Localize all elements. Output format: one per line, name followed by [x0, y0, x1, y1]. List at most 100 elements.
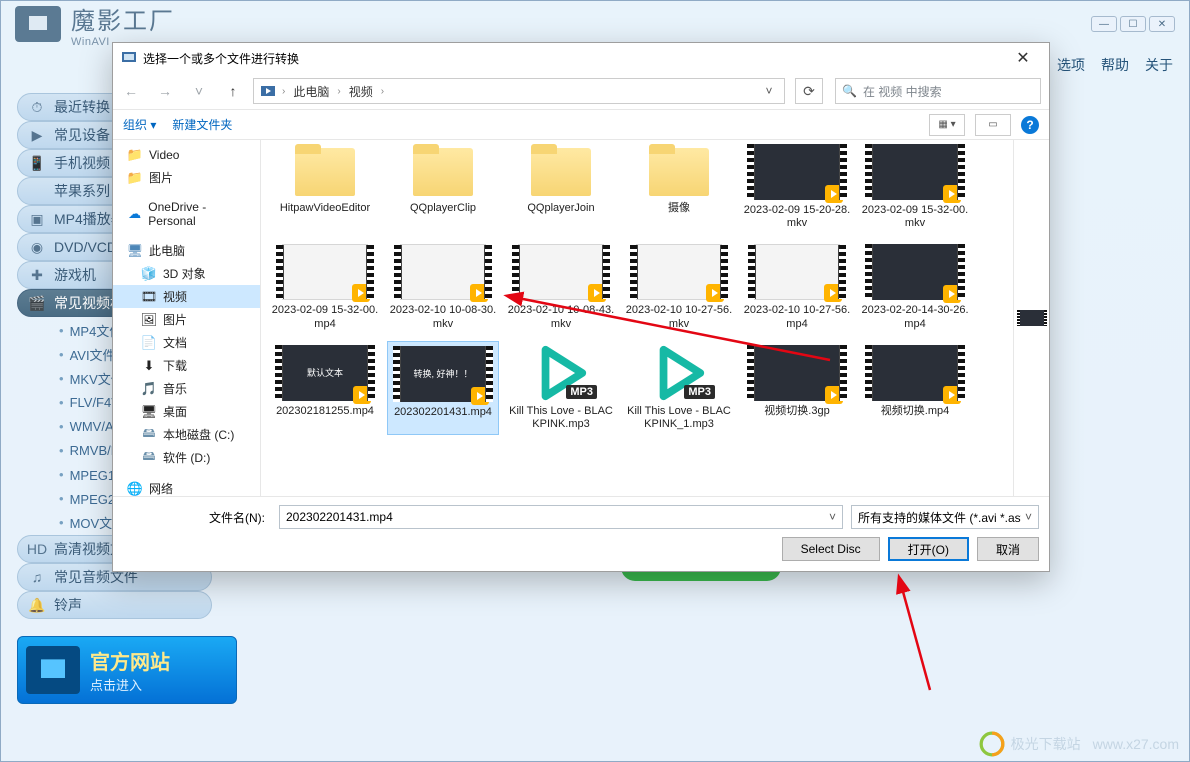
tree-item-10[interactable]: ⬇下载: [113, 354, 260, 377]
crumb-videos[interactable]: 视频: [347, 83, 375, 100]
file-item[interactable]: 2023-02-10 10-08-43.mkv: [505, 240, 617, 334]
nav-forward-button[interactable]: →: [151, 78, 179, 104]
preview-pane-button[interactable]: ▭: [975, 114, 1011, 136]
play-badge-icon: [825, 386, 843, 404]
file-item[interactable]: 视频切换.3gp: [741, 341, 853, 435]
file-item[interactable]: 2023-02-20-14-30-26.mp4: [859, 240, 971, 334]
file-name: Kill This Love - BLACKPINK_1.mp3: [625, 405, 733, 431]
nav-back-button[interactable]: ←: [117, 78, 145, 104]
tree-item-5[interactable]: 🖥此电脑: [113, 239, 260, 262]
file-name: 2023-02-10 10-27-56.mkv: [625, 304, 733, 330]
folder-icon: [643, 144, 715, 198]
sidebar-tail-2[interactable]: 🔔铃声: [17, 591, 212, 619]
dialog-titlebar: 选择一个或多个文件进行转换 ✕: [113, 43, 1049, 73]
tree-item-6[interactable]: 🧊3D 对象: [113, 262, 260, 285]
filename-input[interactable]: 202302201431.mp4˅: [279, 505, 843, 529]
file-item[interactable]: 摄像: [623, 140, 735, 234]
play-badge-icon: [353, 386, 371, 404]
video-thumbnail: [518, 244, 604, 300]
tree-item-8[interactable]: 🖼图片: [113, 308, 260, 331]
video-thumbnail: 转换, 好神！！: [400, 346, 486, 402]
address-bar[interactable]: › 此电脑 › 视频 › ˅: [253, 78, 785, 104]
open-button[interactable]: 打开(O): [888, 537, 969, 561]
file-item[interactable]: 视频切换.mp4: [859, 341, 971, 435]
sidebar-icon: ⏱: [28, 98, 46, 116]
video-library-icon: [260, 83, 276, 99]
file-item[interactable]: MP3 Kill This Love - BLACKPINK_1.mp3: [623, 341, 735, 435]
official-site-banner[interactable]: 官方网站 点击进入: [17, 636, 237, 704]
organize-menu[interactable]: 组织 ▾: [123, 116, 156, 133]
file-open-dialog: 选择一个或多个文件进行转换 ✕ ← → ˅ ↑ › 此电脑 › 视频 › ˅ ⟳…: [112, 42, 1050, 572]
close-button[interactable]: ✕: [1149, 16, 1175, 32]
file-item[interactable]: 2023-02-09 15-20-28.mkv: [741, 140, 853, 234]
sidebar-icon: 📱: [28, 154, 46, 172]
maximize-button[interactable]: ☐: [1120, 16, 1146, 32]
tree-item-7[interactable]: 🎞视频: [113, 285, 260, 308]
nav-up-button[interactable]: ↑: [219, 78, 247, 104]
video-thumbnail: [282, 244, 368, 300]
file-item[interactable]: 2023-02-09 15-32-00.mkv: [859, 140, 971, 234]
folder-icon: [525, 144, 597, 198]
file-item[interactable]: HitpawVideoEditor: [269, 140, 381, 234]
tree-item-16[interactable]: 🌐网络: [113, 477, 260, 496]
dialog-nav: ← → ˅ ↑ › 此电脑 › 视频 › ˅ ⟳ 🔍 在 视频 中搜索: [113, 73, 1049, 109]
file-name: Kill This Love - BLACKPINK.mp3: [507, 405, 615, 431]
menu-about[interactable]: 关于: [1145, 55, 1173, 75]
file-grid[interactable]: HitpawVideoEditor QQplayerClip QQplayerJoi…: [261, 140, 1013, 496]
banner-title: 官方网站: [90, 646, 170, 675]
new-folder-button[interactable]: 新建文件夹: [172, 116, 232, 133]
banner-icon: [26, 646, 80, 694]
play-badge-icon: [824, 284, 842, 302]
tree-item-12[interactable]: 🖥桌面: [113, 400, 260, 423]
app-titlebar: 魔影工厂 WinAVI — ☐ ✕: [1, 1, 1189, 47]
crumb-pc[interactable]: 此电脑: [291, 83, 331, 100]
select-disc-button[interactable]: Select Disc: [782, 537, 880, 561]
video-thumbnail: [754, 144, 840, 200]
file-name: 2023-02-20-14-30-26.mp4: [861, 304, 969, 330]
minimize-button[interactable]: —: [1091, 16, 1117, 32]
dialog-footer: 文件名(N): 202302201431.mp4˅ 所有支持的媒体文件 (*.a…: [113, 496, 1049, 571]
file-item[interactable]: QQplayerJoin: [505, 140, 617, 234]
search-box[interactable]: 🔍 在 视频 中搜索: [835, 78, 1041, 104]
cancel-button[interactable]: 取消: [977, 537, 1039, 561]
file-item[interactable]: 2023-02-10 10-27-56.mkv: [623, 240, 735, 334]
dialog-close-button[interactable]: ✕: [1005, 48, 1041, 68]
play-badge-icon: [471, 387, 489, 405]
help-icon[interactable]: ?: [1021, 116, 1039, 134]
sidebar-icon: 🎬: [28, 294, 46, 312]
tree-item-13[interactable]: 🖴本地磁盘 (C:): [113, 423, 260, 446]
file-item[interactable]: QQplayerClip: [387, 140, 499, 234]
address-dropdown[interactable]: ˅: [760, 84, 778, 98]
video-thumbnail: 默认文本: [282, 345, 368, 401]
file-item[interactable]: 2023-02-09 15-32-00.mp4: [269, 240, 381, 334]
file-name: QQplayerClip: [410, 202, 476, 215]
file-type-filter[interactable]: 所有支持的媒体文件 (*.avi *.asf˅: [851, 505, 1039, 529]
video-thumbnail: [872, 244, 958, 300]
refresh-button[interactable]: ⟳: [795, 78, 823, 104]
menu-options[interactable]: 选项: [1057, 55, 1085, 75]
nav-recent-dropdown[interactable]: ˅: [185, 78, 213, 104]
tree-item-11[interactable]: 🎵音乐: [113, 377, 260, 400]
play-badge-icon: [706, 284, 724, 302]
tree-item-1[interactable]: 📁图片: [113, 166, 260, 189]
mp3-icon: MP3: [641, 345, 717, 401]
file-item[interactable]: MP3Kill This Love - BLACKPINK.mp3: [505, 341, 617, 435]
file-item[interactable]: 默认文本202302181255.mp4: [269, 341, 381, 435]
play-badge-icon: [943, 386, 961, 404]
menu-help[interactable]: 帮助: [1101, 55, 1129, 75]
file-item[interactable]: 转换, 好神！！202302201431.mp4: [387, 341, 499, 435]
folder-tree[interactable]: 📁Video📁图片 ☁OneDrive - Personal 🖥此电脑🧊3D 对象🎞…: [113, 140, 261, 496]
video-thumbnail: [400, 244, 486, 300]
view-mode-button[interactable]: ▦ ▾: [929, 114, 965, 136]
tree-item-0[interactable]: 📁Video: [113, 144, 260, 166]
tree-item-3[interactable]: ☁OneDrive - Personal: [113, 197, 260, 231]
play-badge-icon: [943, 185, 961, 203]
tree-item-14[interactable]: 🖴软件 (D:): [113, 446, 260, 469]
folder-icon: [407, 144, 479, 198]
file-item[interactable]: 2023-02-10 10-27-56.mp4: [741, 240, 853, 334]
tree-item-9[interactable]: 📄文档: [113, 331, 260, 354]
play-badge-icon: [470, 284, 488, 302]
file-item[interactable]: 2023-02-10 10-08-30.mkv: [387, 240, 499, 334]
banner-subtitle: 点击进入: [90, 675, 170, 694]
play-badge-icon: [352, 284, 370, 302]
